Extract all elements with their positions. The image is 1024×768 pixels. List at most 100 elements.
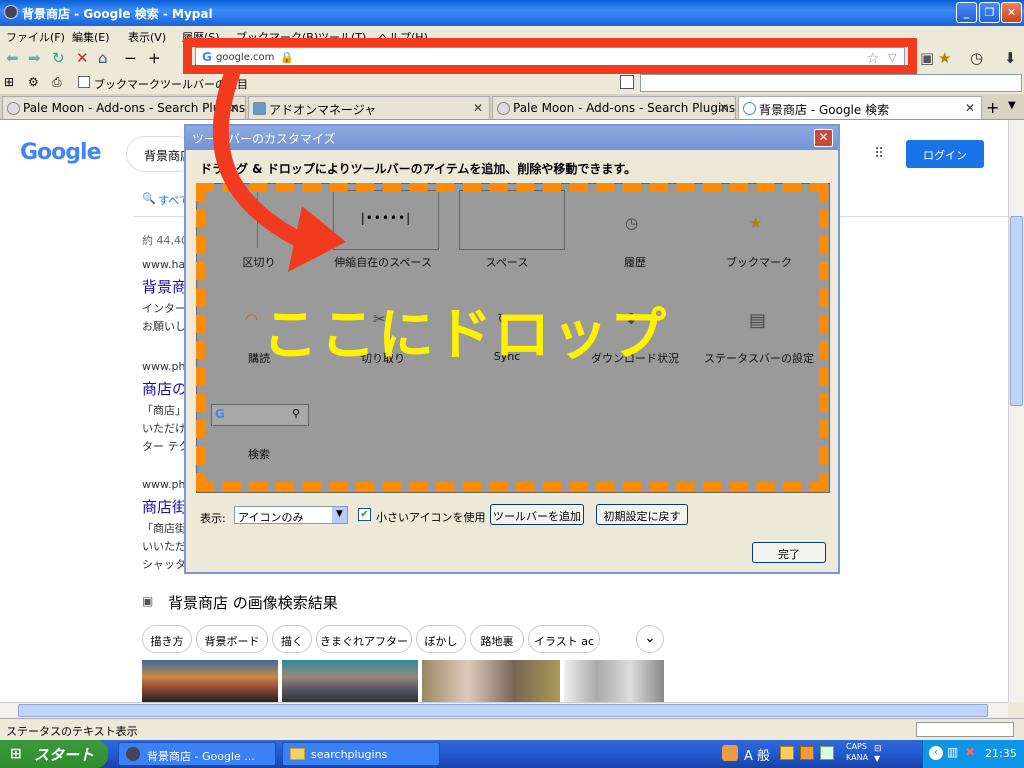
urlbar-highlight-box: [183, 38, 917, 74]
show-mode-select[interactable]: アイコンのみ ▼: [234, 506, 348, 524]
tab-close-icon[interactable]: ✕: [473, 101, 483, 115]
new-tab-icon[interactable]: +: [986, 98, 999, 117]
ime-pad-icon[interactable]: [820, 746, 834, 760]
add-toolbar-button[interactable]: ツールバーを追加: [490, 504, 584, 525]
back-icon[interactable]: ⬅: [6, 50, 19, 66]
chip-6[interactable]: 路地裏: [470, 625, 524, 653]
forward-icon[interactable]: ➡: [28, 50, 41, 66]
result-count: 約 44,40: [142, 234, 188, 247]
window-titlebar[interactable]: 背景商店 - Google 検索 - Mypal _ ❐ ✕: [0, 0, 1024, 26]
dialog-titlebar[interactable]: ツールバーのカスタマイズ: [186, 126, 838, 150]
print-icon[interactable]: ⎙: [52, 75, 62, 90]
vertical-scrollbar[interactable]: [1008, 120, 1024, 702]
image-icon: ▣: [142, 594, 154, 608]
dialog-close-button[interactable]: ✕: [814, 129, 833, 147]
image-thumbnail[interactable]: [564, 660, 664, 702]
taskbar-button-label: 背景商店 - Google ...: [147, 750, 255, 763]
home-icon[interactable]: ⌂: [98, 50, 108, 66]
clock[interactable]: 21:35: [985, 747, 1017, 760]
tab-palemoon-2[interactable]: Pale Moon - Add-ons - Search Plugins ✕: [492, 96, 736, 119]
restore-default-button[interactable]: 初期設定に戻す: [596, 504, 688, 525]
add-toolbar-label: ツールバーを追加: [493, 510, 581, 523]
ime-dictionary-icon[interactable]: [780, 746, 794, 760]
image-thumbnail[interactable]: [422, 660, 560, 702]
chip-3[interactable]: 描く: [272, 625, 312, 653]
scroll-thumb[interactable]: [18, 704, 988, 717]
image-thumbnail[interactable]: [282, 660, 418, 702]
chip-2[interactable]: 背景ボード: [196, 625, 268, 653]
network-icon[interactable]: ▥: [947, 745, 958, 759]
history-icon[interactable]: ◷: [970, 50, 983, 66]
search-input[interactable]: [640, 74, 1022, 92]
status-text: ステータスのテキスト表示: [6, 725, 138, 738]
bookmark-menu-icon[interactable]: ★: [938, 50, 951, 66]
google-favicon-icon: [743, 102, 756, 115]
start-button[interactable]: ⊞ スタート: [0, 740, 108, 768]
windows-logo-icon: ⊞: [10, 746, 22, 762]
chip-1[interactable]: 描き方: [142, 625, 192, 653]
tab-close-icon[interactable]: ✕: [719, 101, 729, 115]
tab-list-icon[interactable]: ▼: [1008, 100, 1016, 111]
result-snippet: 「商店街: [142, 522, 186, 535]
chip-label: イラスト ac: [533, 635, 595, 648]
restore-button[interactable]: ❐: [979, 2, 1000, 23]
ime-options-icon[interactable]: ⊟: [874, 744, 882, 754]
tab-palemoon-1[interactable]: Pale Moon - Add-ons - Search Plugins ✕: [2, 96, 246, 119]
ime-mode[interactable]: A 般: [744, 745, 770, 764]
zoom-out-icon[interactable]: −: [124, 50, 137, 66]
login-button[interactable]: ログイン: [906, 140, 984, 168]
result-url: www.ph: [142, 478, 186, 491]
dialog-title: ツールバーのカスタマイズ: [192, 132, 336, 146]
chip-7[interactable]: イラスト ac: [528, 625, 600, 653]
tab-addons-manager[interactable]: アドオンマネージャ ✕: [248, 96, 490, 119]
images-heading: 背景商店 の画像検索結果: [168, 594, 338, 612]
stop-icon[interactable]: ✕: [76, 50, 89, 66]
tab-close-icon[interactable]: ✕: [229, 101, 239, 115]
tab-bar: Pale Moon - Add-ons - Search Plugins ✕ ア…: [0, 94, 1024, 120]
tab-close-icon[interactable]: ✕: [965, 101, 975, 115]
horizontal-scrollbar[interactable]: [0, 702, 1008, 718]
taskbar-button-folder[interactable]: searchplugins: [282, 742, 440, 766]
tray-expand-icon[interactable]: ‹: [929, 746, 943, 760]
chip-5[interactable]: ぼかし: [416, 625, 466, 653]
ime-tool-icon[interactable]: [800, 746, 814, 760]
dialog-instruction: ドラッグ & ドロップによりツールバーのアイテムを追加、削除や移動できます。: [200, 162, 637, 176]
palemoon-icon: [7, 102, 20, 115]
customize-icon[interactable]: ⚙: [28, 75, 39, 89]
tab-label: 背景商店 - Google 検索: [759, 103, 890, 117]
restore-default-label: 初期設定に戻す: [603, 510, 681, 523]
tab-google-search[interactable]: 背景商店 - Google 検索 ✕: [738, 96, 982, 119]
menu-view[interactable]: 表示(V): [128, 29, 166, 45]
security-icon[interactable]: ✖: [965, 745, 975, 759]
result-title[interactable]: 商店の: [142, 378, 187, 399]
chevron-down-icon[interactable]: ▼: [332, 507, 347, 523]
ime-icon[interactable]: [722, 745, 738, 761]
result-snippet: ター テク: [142, 440, 190, 453]
chip-expand-icon[interactable]: ⌄: [636, 625, 664, 653]
google-logo[interactable]: Google: [20, 140, 101, 165]
result-title[interactable]: 背景商: [142, 276, 187, 297]
download-icon[interactable]: ⬇: [1004, 50, 1017, 66]
apps-grid-icon[interactable]: ⠿: [874, 146, 884, 162]
show-label: 表示:: [200, 512, 226, 525]
menu-edit[interactable]: 編集(E): [72, 29, 110, 45]
close-button[interactable]: ✕: [1001, 2, 1022, 23]
search-engine-icon[interactable]: [620, 75, 634, 89]
bookmark-toolbar-item[interactable]: ブックマークツールバーの項目: [94, 76, 248, 92]
zoom-in-icon[interactable]: +: [148, 50, 161, 66]
done-button[interactable]: 完了: [752, 542, 826, 563]
menu-file[interactable]: ファイル(F): [6, 29, 65, 45]
scroll-thumb[interactable]: [1010, 216, 1023, 406]
start-label: スタート: [34, 746, 95, 764]
chevron-down-icon[interactable]: ▼: [874, 754, 880, 763]
taskbar-button-browser[interactable]: 背景商店 - Google ...: [118, 742, 276, 766]
image-thumbnail[interactable]: [142, 660, 278, 702]
small-icons-checkbox[interactable]: ✔: [358, 508, 371, 521]
reload-icon[interactable]: ↻: [52, 50, 65, 66]
lock-icon: ▣: [920, 49, 935, 67]
sidebar-icon[interactable]: ⊞: [4, 75, 14, 89]
chip-4[interactable]: きまぐれアフター: [316, 625, 412, 653]
done-label: 完了: [778, 548, 800, 561]
minimize-button[interactable]: _: [956, 2, 977, 23]
result-title[interactable]: 商店街: [142, 496, 187, 517]
